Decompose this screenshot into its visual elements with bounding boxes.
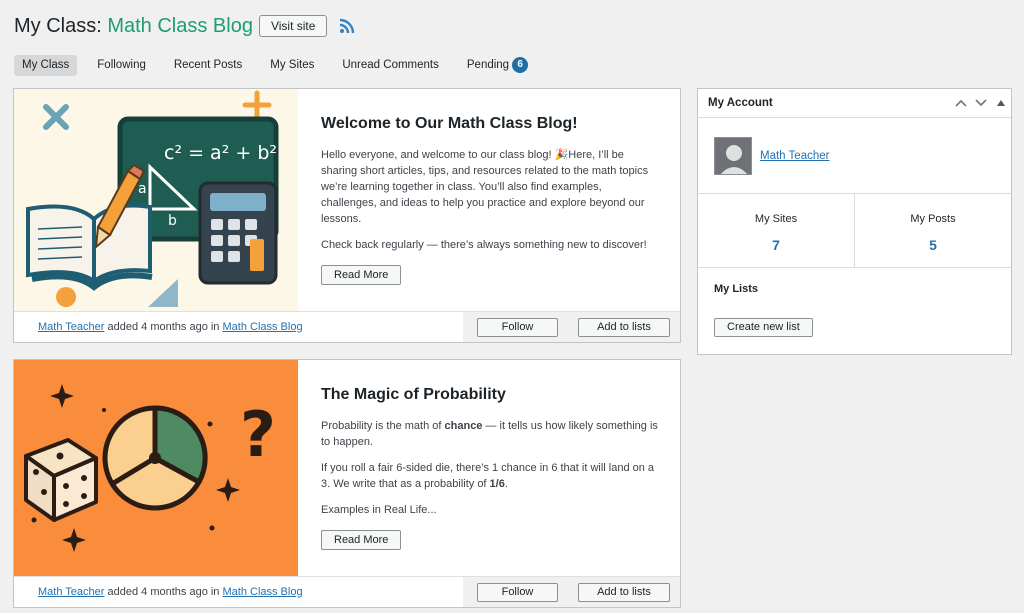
follow-button[interactable]: Follow [477, 582, 558, 602]
follow-button[interactable]: Follow [477, 317, 558, 337]
widget-title: My Account [708, 97, 773, 109]
blog-name: Math Class Blog [107, 14, 253, 37]
stat-value: 5 [929, 237, 937, 253]
post-image-geometry[interactable]: c² = a² + b² a b [14, 89, 298, 312]
post-meta-text: added 4 months ago in [104, 586, 223, 598]
tab-my-sites[interactable]: My Sites [262, 55, 322, 76]
read-more-button[interactable]: Read More [321, 265, 402, 285]
tab-bar: My Class Following Recent Posts My Sites… [14, 55, 548, 76]
plus-shape-icon [242, 90, 272, 120]
post-text-bold: 1/6 [489, 478, 505, 490]
tab-pending[interactable]: Pending 6 [459, 55, 536, 76]
page-header: My Class: Math Class Blog Visit site [14, 12, 355, 40]
post-title[interactable]: The Magic of Probability [321, 386, 658, 404]
die-icon [24, 438, 98, 522]
blog-link[interactable]: Math Class Blog [222, 586, 302, 598]
stat-label: My Posts [910, 213, 956, 225]
author-link[interactable]: Math Teacher [38, 321, 104, 333]
stat-my-posts[interactable]: My Posts 5 [855, 194, 1011, 267]
stat-my-sites[interactable]: My Sites 7 [698, 194, 855, 267]
post-card: ? The Magic of Probability Probability i… [13, 359, 681, 608]
post-actions: Follow Add to lists [463, 577, 680, 607]
post-footer: Math Teacher added 4 months ago in Math … [14, 576, 680, 607]
triangle-side-a: a [138, 181, 147, 197]
tab-my-class[interactable]: My Class [14, 55, 78, 76]
page-title-prefix: My Class: [14, 14, 108, 37]
add-to-lists-button[interactable]: Add to lists [578, 582, 670, 602]
post-excerpt-paragraph: Examples in Real Life... [321, 504, 437, 516]
post-meta: Math Teacher added 4 months ago in Math … [14, 321, 463, 333]
tab-recent-posts[interactable]: Recent Posts [166, 55, 250, 76]
tab-unread-comments[interactable]: Unread Comments [334, 55, 447, 76]
tab-following[interactable]: Following [89, 55, 154, 76]
times-shape-icon [43, 104, 69, 130]
widget-header: My Account [698, 89, 1011, 118]
open-book-icon [26, 203, 153, 291]
post-title[interactable]: Welcome to Our Math Class Blog! [321, 115, 658, 133]
post-meta-text: added 4 months ago in [104, 321, 223, 333]
avatar[interactable] [714, 136, 752, 175]
read-more-button[interactable]: Read More [321, 530, 402, 550]
post-meta: Math Teacher added 4 months ago in Math … [14, 586, 463, 598]
create-new-list-button[interactable]: Create new list [714, 317, 813, 337]
triangle-shape-icon [148, 279, 178, 307]
post-card: c² = a² + b² a b Welcome to Our Math Cla… [13, 88, 681, 343]
pythagoras-equation: c² = a² + b² [164, 142, 277, 164]
post-excerpt-paragraph: Hello everyone, and welcome to our class… [321, 149, 649, 225]
chevron-up-icon[interactable] [951, 93, 971, 113]
post-excerpt-paragraph: Check back regularly — there’s always so… [321, 239, 647, 251]
post-excerpt-paragraph: If you roll a fair 6-sided die, there’s … [321, 460, 658, 492]
spinner-icon [102, 405, 208, 511]
my-lists-section: My Lists Create new list [698, 268, 1011, 337]
post-image-probability[interactable]: ? [14, 360, 298, 577]
question-mark: ? [240, 398, 276, 471]
post-text-bold: chance [444, 420, 483, 432]
chevron-down-icon[interactable] [971, 93, 991, 113]
stat-label: My Sites [754, 213, 798, 225]
stats-row: My Sites 7 My Posts 5 [698, 194, 1011, 268]
post-excerpt-paragraph: Probability is the math of chance — it t… [321, 418, 658, 450]
post-footer: Math Teacher added 4 months ago in Math … [14, 311, 680, 342]
profile-row: Math Teacher [698, 118, 1011, 194]
post-actions: Follow Add to lists [463, 312, 680, 342]
stat-value: 7 [772, 237, 780, 253]
rss-icon[interactable] [339, 18, 355, 34]
collapse-toggle-icon[interactable] [991, 93, 1011, 113]
tab-pending-label: Pending [466, 59, 510, 71]
circle-shape-icon [56, 287, 76, 307]
profile-name-link[interactable]: Math Teacher [760, 150, 829, 162]
add-to-lists-button[interactable]: Add to lists [578, 317, 670, 337]
post-content: The Magic of Probability Probability is … [321, 360, 658, 550]
triangle-side-b: b [168, 213, 177, 229]
author-link[interactable]: Math Teacher [38, 586, 104, 598]
post-text: . [504, 478, 508, 490]
my-lists-title: My Lists [714, 283, 759, 295]
page-title: My Class: Math Class Blog [14, 15, 253, 38]
post-content: Welcome to Our Math Class Blog! Hello ev… [321, 89, 658, 285]
pending-count-badge: 6 [512, 57, 529, 73]
calculator-icon [198, 181, 278, 285]
blog-link[interactable]: Math Class Blog [222, 321, 302, 333]
my-account-widget: My Account Math Teacher My Sites 7 My Po… [697, 88, 1012, 355]
post-text: Probability is the math of [321, 420, 445, 432]
post-text: If you roll a fair 6-sided die, there’s … [321, 462, 655, 490]
visit-site-button[interactable]: Visit site [258, 15, 328, 37]
